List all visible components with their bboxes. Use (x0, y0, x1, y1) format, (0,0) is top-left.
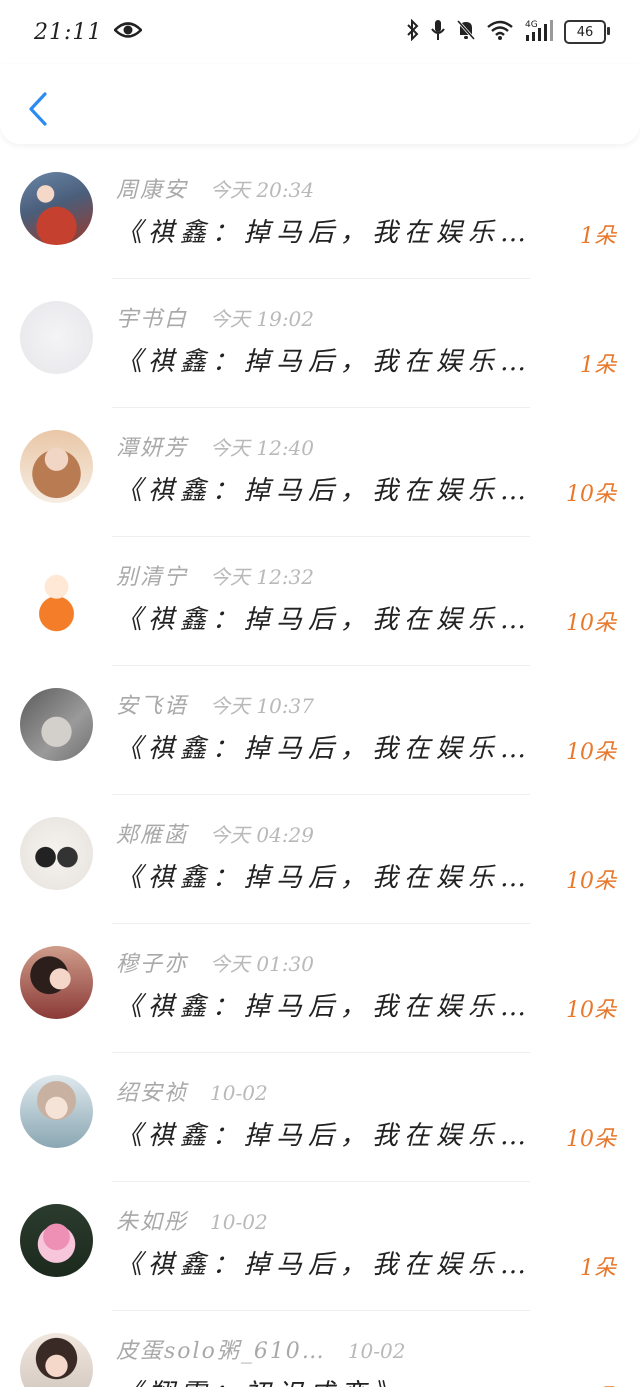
message-text: 《翔霖：初识成恋》 (116, 1373, 556, 1387)
bluetooth-icon (406, 18, 420, 45)
sender-name: 别清宁 (116, 565, 189, 590)
message-time: 今天 20:34 (210, 178, 315, 202)
sender-name: 潭妍芳 (116, 436, 189, 461)
message-text: 《祺鑫：掉马后，我在娱乐圈… (116, 992, 556, 1022)
flower-count: 10朵 (566, 998, 616, 1023)
message-time: 10-02 (347, 1339, 406, 1363)
message-row[interactable]: 朱如彤 10-02 《祺鑫：掉马后，我在娱乐圈… 1朵 (0, 1182, 640, 1311)
avatar[interactable] (20, 430, 93, 503)
message-text: 《祺鑫：掉马后，我在娱乐圈… (116, 605, 556, 635)
sender-line: 朱如彤 10-02 (116, 1204, 268, 1236)
message-text: 《祺鑫：掉马后，我在娱乐圈… (116, 1121, 556, 1151)
message-time: 今天 19:02 (210, 307, 315, 331)
message-row[interactable]: 郏雁菡 今天 04:29 《祺鑫：掉马后，我在娱乐圈… 10朵 (0, 795, 640, 924)
message-text: 《祺鑫：掉马后，我在娱乐圈… (116, 218, 556, 248)
message-text: 《祺鑫：掉马后，我在娱乐圈… (116, 476, 556, 506)
avatar[interactable] (20, 301, 93, 374)
sender-line: 宇书白 今天 19:02 (116, 301, 314, 333)
message-text: 《祺鑫：掉马后，我在娱乐圈… (116, 347, 556, 377)
status-right: 4G 46 (406, 18, 610, 46)
avatar[interactable] (20, 1204, 93, 1277)
sender-line: 皮蛋solo粥_610… 10-02 (116, 1333, 405, 1365)
battery-level: 46 (576, 24, 594, 40)
message-row[interactable]: 穆子亦 今天 01:30 《祺鑫：掉马后，我在娱乐圈… 10朵 (0, 924, 640, 1053)
network-type: 4G (525, 20, 538, 30)
avatar[interactable] (20, 688, 93, 761)
message-row[interactable]: 周康安 今天 20:34 《祺鑫：掉马后，我在娱乐圈… 1朵 (0, 150, 640, 279)
flower-count: 10朵 (566, 869, 616, 894)
flower-count: 10朵 (566, 482, 616, 507)
sender-name: 周康安 (116, 178, 189, 203)
sender-line: 安飞语 今天 10:37 (116, 688, 314, 720)
sender-line: 穆子亦 今天 01:30 (116, 946, 314, 978)
sender-name: 朱如彤 (116, 1210, 189, 1235)
sender-name: 郏雁菡 (116, 823, 189, 848)
avatar[interactable] (20, 946, 93, 1019)
sender-name: 穆子亦 (116, 952, 189, 977)
chevron-left-icon (29, 92, 47, 126)
message-row[interactable]: 别清宁 今天 12:32 《祺鑫：掉马后，我在娱乐圈… 10朵 (0, 537, 640, 666)
sender-line: 郏雁菡 今天 04:29 (116, 817, 314, 849)
status-bar: 21:11 4G 46 (0, 0, 640, 64)
avatar[interactable] (20, 1075, 93, 1148)
cellular-signal-icon: 4G (524, 18, 554, 46)
message-row[interactable]: 安飞语 今天 10:37 《祺鑫：掉马后，我在娱乐圈… 10朵 (0, 666, 640, 795)
eye-icon (113, 21, 144, 43)
message-list: 周康安 今天 20:34 《祺鑫：掉马后，我在娱乐圈… 1朵 宇书白 今天 19:02 《祺… (0, 150, 640, 1387)
back-button[interactable] (18, 84, 58, 134)
status-left: 21:11 (34, 19, 144, 45)
flower-count: 1朵 (580, 224, 616, 249)
status-time: 21:11 (34, 19, 103, 45)
sender-name: 宇书白 (116, 307, 189, 332)
bell-muted-icon (456, 19, 476, 45)
message-text: 《祺鑫：掉马后，我在娱乐圈… (116, 1250, 556, 1280)
message-text: 《祺鑫：掉马后，我在娱乐圈… (116, 734, 556, 764)
message-time: 今天 12:32 (210, 565, 315, 589)
message-time: 10-02 (210, 1210, 268, 1234)
message-time: 今天 01:30 (210, 952, 315, 976)
avatar[interactable] (20, 559, 93, 632)
message-text: 《祺鑫：掉马后，我在娱乐圈… (116, 863, 556, 893)
flower-count: 10朵 (566, 611, 616, 636)
message-time: 今天 04:29 (210, 823, 315, 847)
sender-line: 周康安 今天 20:34 (116, 172, 314, 204)
message-row[interactable]: 潭妍芳 今天 12:40 《祺鑫：掉马后，我在娱乐圈… 10朵 (0, 408, 640, 537)
flower-count: 1朵 (580, 353, 616, 378)
sender-name: 绍安祯 (116, 1081, 189, 1106)
flower-count: 10朵 (566, 1127, 616, 1152)
flower-count: 1朵 (580, 1379, 616, 1387)
battery-icon: 46 (564, 20, 610, 44)
flower-count: 1朵 (580, 1256, 616, 1281)
sender-line: 潭妍芳 今天 12:40 (116, 430, 314, 462)
message-time: 今天 12:40 (210, 436, 315, 460)
sender-line: 绍安祯 10-02 (116, 1075, 268, 1107)
avatar[interactable] (20, 817, 93, 890)
avatar[interactable] (20, 172, 93, 245)
header (0, 64, 640, 144)
message-time: 10-02 (210, 1081, 268, 1105)
sender-line: 别清宁 今天 12:32 (116, 559, 314, 591)
message-row[interactable]: 宇书白 今天 19:02 《祺鑫：掉马后，我在娱乐圈… 1朵 (0, 279, 640, 408)
flower-count: 10朵 (566, 740, 616, 765)
message-row[interactable]: 绍安祯 10-02 《祺鑫：掉马后，我在娱乐圈… 10朵 (0, 1053, 640, 1182)
microphone-icon (430, 19, 446, 45)
sender-name: 皮蛋solo粥_610… (116, 1339, 326, 1364)
screen: 21:11 4G 46 周康安 今天 20:34 《祺鑫：掉马后，我在娱乐圈… … (0, 0, 640, 1387)
avatar[interactable] (20, 1333, 93, 1387)
message-time: 今天 10:37 (210, 694, 315, 718)
wifi-icon (486, 19, 514, 45)
sender-name: 安飞语 (116, 694, 189, 719)
message-row[interactable]: 皮蛋solo粥_610… 10-02 《翔霖：初识成恋》 1朵 (0, 1311, 640, 1387)
